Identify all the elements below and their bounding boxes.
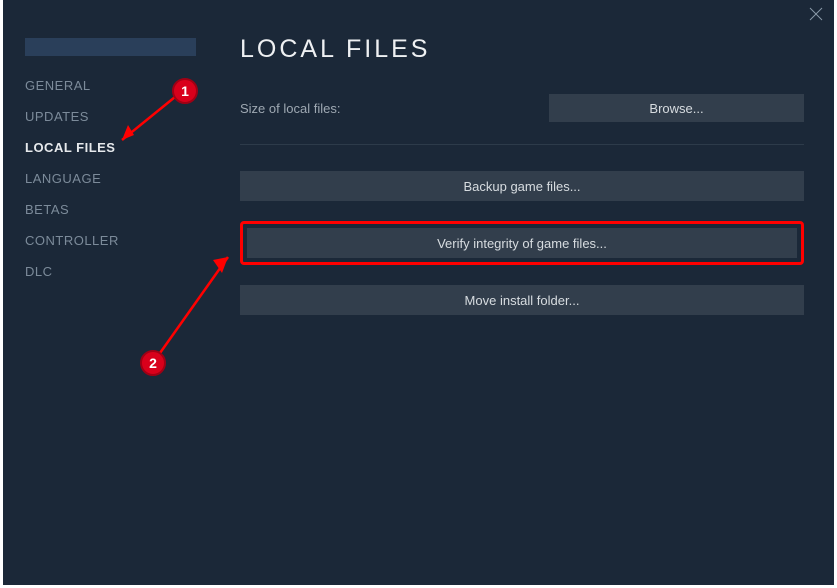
size-row: Size of local files: Browse...	[240, 94, 804, 122]
page-title: LOCAL FILES	[240, 35, 804, 64]
content-panel: LOCAL FILES Size of local files: Browse.…	[218, 0, 834, 585]
annotation-arrow-1	[110, 95, 190, 155]
divider	[240, 144, 804, 145]
annotation-marker-1: 1	[172, 78, 198, 104]
nav-language[interactable]: LANGUAGE	[3, 163, 218, 194]
browse-button[interactable]: Browse...	[549, 94, 804, 122]
move-button[interactable]: Move install folder...	[240, 285, 804, 315]
close-icon[interactable]	[808, 6, 824, 22]
nav-betas[interactable]: BETAS	[3, 194, 218, 225]
verify-button[interactable]: Verify integrity of game files...	[247, 228, 797, 258]
sidebar-header-bar	[25, 38, 196, 56]
annotation-arrow-2	[150, 245, 242, 360]
size-value	[352, 100, 452, 116]
annotation-marker-2: 2	[140, 350, 166, 376]
size-label: Size of local files:	[240, 101, 340, 116]
verify-highlight: Verify integrity of game files...	[240, 221, 804, 265]
properties-window: GENERAL UPDATES LOCAL FILES LANGUAGE BET…	[3, 0, 834, 585]
backup-button[interactable]: Backup game files...	[240, 171, 804, 201]
